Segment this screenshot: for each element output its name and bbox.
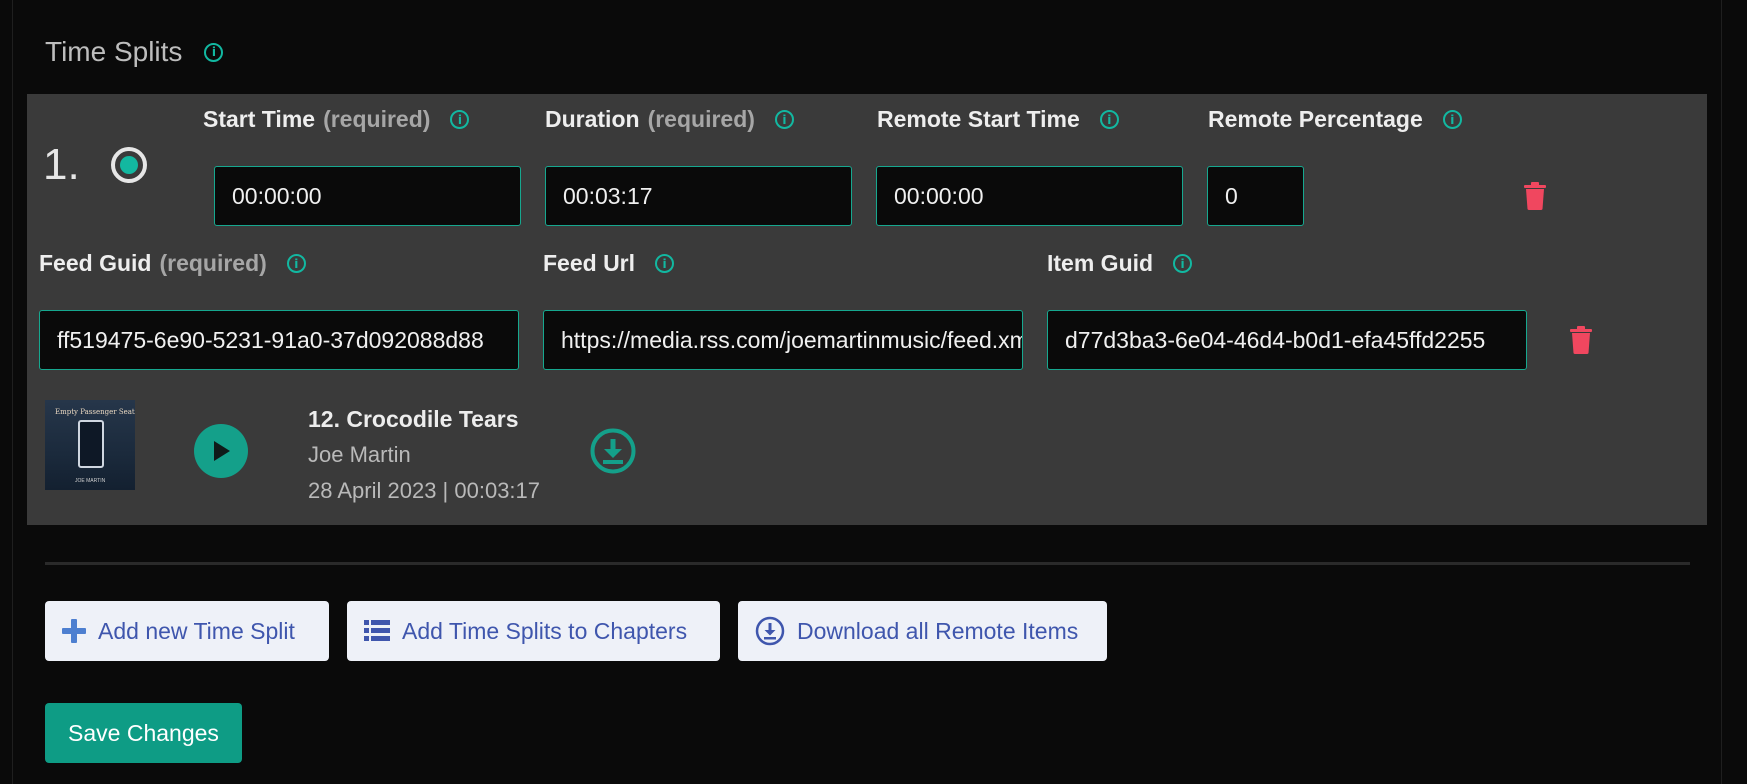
item-guid-label-text: Item Guid bbox=[1047, 250, 1154, 276]
info-icon[interactable] bbox=[450, 110, 470, 129]
info-icon[interactable] bbox=[655, 254, 675, 273]
item-guid-input[interactable]: d77d3ba3-6e04-46d4-b0d1-efa45ffd2255 bbox=[1047, 310, 1527, 370]
download-all-label: Download all Remote Items bbox=[797, 617, 1079, 644]
add-to-chapters-button[interactable]: Add Time Splits to Chapters bbox=[347, 601, 720, 661]
feed-url-label-text: Feed Url bbox=[543, 250, 636, 276]
remote-start-label: Remote Start Time bbox=[877, 106, 1119, 133]
remote-percentage-label: Remote Percentage bbox=[1208, 106, 1462, 133]
info-icon[interactable] bbox=[204, 42, 224, 62]
remote-percentage-label-text: Remote Percentage bbox=[1208, 106, 1423, 132]
divider bbox=[45, 562, 1690, 565]
info-icon[interactable] bbox=[1099, 110, 1119, 129]
info-icon[interactable] bbox=[1173, 254, 1193, 273]
list-icon bbox=[364, 620, 390, 641]
feed-url-input[interactable]: https://media.rss.com/joemartinmusic/fee… bbox=[543, 310, 1023, 370]
save-changes-button[interactable]: Save Changes bbox=[45, 703, 242, 763]
start-time-label-text: Start Time bbox=[203, 106, 316, 132]
start-time-input[interactable]: 00:00:00 bbox=[214, 166, 521, 226]
section-header: Time Splits bbox=[45, 36, 224, 68]
required-tag: (required) bbox=[159, 250, 267, 276]
split-number: 1. bbox=[43, 140, 80, 189]
play-icon bbox=[214, 441, 230, 461]
duration-input[interactable]: 00:03:17 bbox=[545, 166, 852, 226]
add-time-split-label: Add new Time Split bbox=[98, 617, 295, 644]
track-artist: Joe Martin bbox=[308, 442, 411, 467]
feed-guid-input[interactable]: ff519475-6e90-5231-91a0-37d092088d88 bbox=[39, 310, 519, 370]
feed-url-label: Feed Url bbox=[543, 250, 675, 277]
section-title: Time Splits bbox=[45, 36, 183, 67]
trash-icon[interactable] bbox=[1524, 182, 1546, 210]
add-time-split-button[interactable]: Add new Time Split bbox=[45, 601, 329, 661]
required-tag: (required) bbox=[647, 106, 755, 132]
cover-text-top: Empty Passenger Seat bbox=[55, 408, 135, 416]
trash-icon[interactable] bbox=[1570, 326, 1592, 354]
remote-start-input[interactable]: 00:00:00 bbox=[876, 166, 1183, 226]
add-to-chapters-label: Add Time Splits to Chapters bbox=[402, 617, 688, 644]
duration-label-text: Duration bbox=[545, 106, 640, 132]
time-split-card: 1. Start Time (required) Duration (requi… bbox=[27, 94, 1707, 525]
split-radio[interactable] bbox=[111, 147, 147, 183]
feed-guid-label: Feed Guid (required) bbox=[39, 250, 306, 277]
download-icon[interactable] bbox=[590, 428, 636, 474]
plus-icon bbox=[62, 619, 86, 643]
required-tag: (required) bbox=[323, 106, 431, 132]
cover-text-bottom: JOE MARTIN bbox=[75, 478, 106, 484]
play-button[interactable] bbox=[194, 424, 248, 478]
download-all-button[interactable]: Download all Remote Items bbox=[738, 601, 1107, 661]
download-circle-icon bbox=[755, 616, 785, 646]
info-icon[interactable] bbox=[286, 254, 306, 273]
info-icon[interactable] bbox=[1442, 110, 1462, 129]
info-icon[interactable] bbox=[774, 110, 794, 129]
start-time-label: Start Time (required) bbox=[203, 106, 470, 133]
remote-start-label-text: Remote Start Time bbox=[877, 106, 1080, 132]
item-guid-label: Item Guid bbox=[1047, 250, 1193, 277]
duration-label: Duration (required) bbox=[545, 106, 794, 133]
feed-guid-label-text: Feed Guid bbox=[39, 250, 152, 276]
cover-art-phone bbox=[78, 420, 104, 468]
track-title: 12. Crocodile Tears bbox=[308, 406, 519, 432]
remote-percentage-input[interactable]: 0 bbox=[1207, 166, 1304, 226]
track-meta: 28 April 2023 | 00:03:17 bbox=[308, 478, 541, 503]
album-cover: Empty Passenger Seat JOE MARTIN bbox=[45, 400, 135, 490]
